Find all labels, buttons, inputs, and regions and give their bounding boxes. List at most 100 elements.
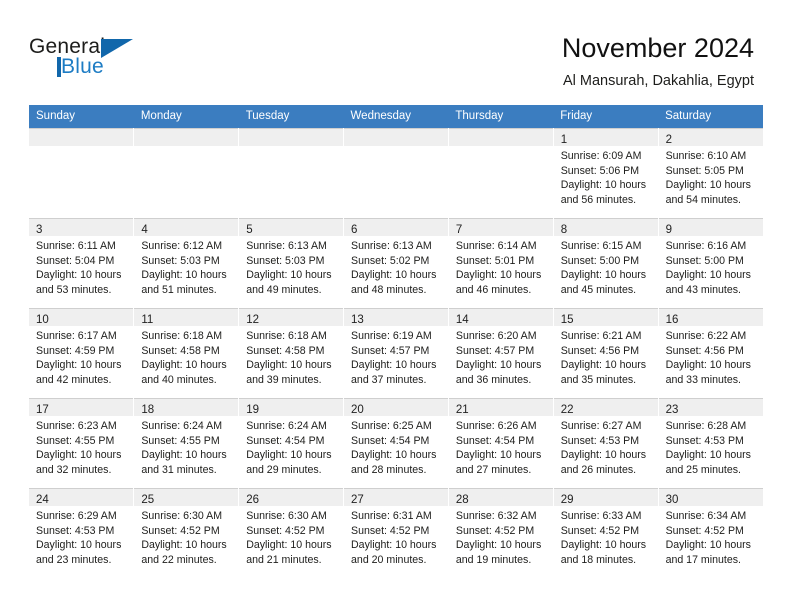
day-details: Sunrise: 6:09 AM Sunset: 5:06 PM Daylight:…: [554, 146, 658, 207]
day-number: 3: [36, 224, 43, 236]
daylight-duration-line1: Daylight: 10 hours: [36, 359, 122, 372]
daylight-duration-line1: Daylight: 10 hours: [36, 269, 122, 282]
daylight-duration-line1: Daylight: 10 hours: [665, 539, 751, 552]
day-number: 15: [560, 314, 574, 326]
day-number: 10: [36, 314, 49, 326]
calendar-day-cell[interactable]: 15 Sunrise: 6:21 AM Sunset: 4:56 PM Dayligh…: [553, 308, 659, 399]
day-details: Sunrise: 6:25 AM Sunset: 4:54 PM Daylight:…: [344, 416, 448, 477]
day-number: 13: [351, 314, 364, 326]
weekday-header-monday: Monday: [133, 105, 239, 129]
calendar-day-cell[interactable]: 4 Sunrise: 6:12 AM Sunset: 5:03 PM Daylight…: [133, 218, 240, 309]
day-number: 26: [246, 494, 259, 506]
calendar-day-cell[interactable]: 8 Sunrise: 6:15 AM Sunset: 5:00 PM Daylight…: [553, 218, 659, 309]
sunset-time: Sunset: 4:52 PM: [351, 524, 430, 537]
calendar-day-cell[interactable]: 1 Sunrise: 6:09 AM Sunset: 5:06 PM Daylight…: [553, 128, 659, 219]
logo-text-blue: Blue: [61, 55, 104, 78]
sunrise-time: Sunrise: 6:23 AM: [36, 420, 117, 432]
day-number-strip: 15: [553, 309, 658, 326]
calendar-day-cell[interactable]: 5 Sunrise: 6:13 AM Sunset: 5:03 PM Daylight…: [238, 218, 345, 309]
daylight-duration-line1: Daylight: 10 hours: [455, 539, 542, 552]
calendar-day-cell[interactable]: 14 Sunrise: 6:20 AM Sunset: 4:57 PM Dayligh…: [448, 308, 554, 399]
sunset-time: Sunset: 4:52 PM: [246, 524, 325, 537]
calendar-day-cell[interactable]: 23 Sunrise: 6:28 AM Sunset: 4:53 PM Dayligh…: [658, 398, 763, 489]
calendar-day-cell[interactable]: 13 Sunrise: 6:19 AM Sunset: 4:57 PM Dayligh…: [343, 308, 449, 399]
sunrise-time: Sunrise: 6:18 AM: [141, 330, 223, 342]
daylight-duration-line2: and 33 minutes.: [665, 373, 741, 386]
calendar-day-cell[interactable]: 16 Sunrise: 6:22 AM Sunset: 4:56 PM Dayligh…: [658, 308, 763, 399]
day-number: 7: [455, 224, 463, 236]
sunset-time: Sunset: 4:59 PM: [36, 344, 115, 357]
calendar-day-cell-empty: [448, 128, 554, 219]
sunset-time: Sunset: 4:52 PM: [455, 524, 535, 537]
day-details: Sunrise: 6:20 AM Sunset: 4:57 PM Daylight:…: [449, 326, 553, 387]
calendar-day-cell-empty: [29, 128, 135, 219]
calendar-day-cell[interactable]: 28 Sunrise: 6:32 AM Sunset: 4:52 PM Dayligh…: [448, 488, 554, 578]
calendar-day-cell[interactable]: 25 Sunrise: 6:30 AM Sunset: 4:52 PM Dayligh…: [133, 488, 240, 578]
calendar-day-cell[interactable]: 9 Sunrise: 6:16 AM Sunset: 5:00 PM Daylight…: [658, 218, 763, 309]
daylight-duration-line2: and 40 minutes.: [141, 373, 217, 386]
calendar-day-cell[interactable]: 22 Sunrise: 6:27 AM Sunset: 4:53 PM Dayligh…: [553, 398, 659, 489]
calendar-day-cell[interactable]: 19 Sunrise: 6:24 AM Sunset: 4:54 PM Dayligh…: [238, 398, 345, 489]
sunset-time: Sunset: 5:00 PM: [665, 254, 744, 267]
day-number-strip: 11: [134, 309, 239, 326]
calendar-day-cell[interactable]: 27 Sunrise: 6:31 AM Sunset: 4:52 PM Dayligh…: [343, 488, 449, 578]
calendar-day-cell[interactable]: 24 Sunrise: 6:29 AM Sunset: 4:53 PM Dayligh…: [29, 488, 135, 578]
calendar-day-cell[interactable]: 11 Sunrise: 6:18 AM Sunset: 4:58 PM Dayligh…: [133, 308, 240, 399]
daylight-duration-line2: and 18 minutes.: [560, 553, 637, 566]
day-number-strip: 7: [448, 219, 553, 236]
calendar-day-cell[interactable]: 21 Sunrise: 6:26 AM Sunset: 4:54 PM Dayligh…: [448, 398, 554, 489]
sunset-time: Sunset: 4:57 PM: [455, 344, 535, 357]
general-blue-logo[interactable]: General Blue: [29, 36, 179, 86]
calendar-week-row: 17 Sunrise: 6:23 AM Sunset: 4:55 PM Dayligh…: [29, 398, 763, 489]
daylight-duration-line2: and 31 minutes.: [141, 463, 217, 476]
calendar-day-cell[interactable]: 3 Sunrise: 6:11 AM Sunset: 5:04 PM Daylight…: [29, 218, 135, 309]
day-number-strip: [344, 129, 448, 146]
calendar-day-cell-empty: [133, 128, 240, 219]
day-details: Sunrise: 6:12 AM Sunset: 5:03 PM Daylight:…: [134, 236, 238, 297]
sunrise-time: Sunrise: 6:30 AM: [246, 510, 327, 522]
daylight-duration-line2: and 29 minutes.: [246, 463, 322, 476]
calendar-day-cell[interactable]: 10 Sunrise: 6:17 AM Sunset: 4:59 PM Dayligh…: [29, 308, 135, 399]
calendar-week-row: 3 Sunrise: 6:11 AM Sunset: 5:04 PM Daylight…: [29, 218, 763, 309]
daylight-duration-line2: and 17 minutes.: [665, 553, 741, 566]
day-number-strip: 8: [553, 219, 658, 236]
day-number-strip: 9: [658, 219, 763, 236]
daylight-duration-line1: Daylight: 10 hours: [351, 539, 437, 552]
day-details: Sunrise: 6:15 AM Sunset: 5:00 PM Daylight:…: [554, 236, 658, 297]
daylight-duration-line1: Daylight: 10 hours: [560, 179, 647, 192]
day-number-strip: 12: [239, 309, 344, 326]
day-details: [239, 146, 343, 149]
calendar-day-cell[interactable]: 6 Sunrise: 6:13 AM Sunset: 5:02 PM Daylight…: [343, 218, 449, 309]
calendar-day-cell[interactable]: 17 Sunrise: 6:23 AM Sunset: 4:55 PM Dayligh…: [29, 398, 135, 489]
sunset-time: Sunset: 4:58 PM: [246, 344, 325, 357]
day-details: Sunrise: 6:32 AM Sunset: 4:52 PM Daylight:…: [449, 506, 553, 567]
sunrise-time: Sunrise: 6:18 AM: [246, 330, 327, 342]
calendar-day-cell[interactable]: 2 Sunrise: 6:10 AM Sunset: 5:05 PM Daylight…: [658, 128, 763, 219]
sunset-time: Sunset: 4:52 PM: [560, 524, 640, 537]
sunrise-time: Sunrise: 6:09 AM: [560, 150, 642, 162]
day-number-strip: 3: [29, 219, 134, 236]
calendar-day-cell[interactable]: 20 Sunrise: 6:25 AM Sunset: 4:54 PM Dayligh…: [343, 398, 449, 489]
sunrise-time: Sunrise: 6:33 AM: [560, 510, 642, 522]
calendar-day-cell[interactable]: 12 Sunrise: 6:18 AM Sunset: 4:58 PM Dayligh…: [238, 308, 345, 399]
triangle-logo-icon: [101, 39, 133, 58]
daylight-duration-line1: Daylight: 10 hours: [665, 269, 751, 282]
sunrise-time: Sunrise: 6:15 AM: [560, 240, 642, 252]
calendar-day-cell[interactable]: 30 Sunrise: 6:34 AM Sunset: 4:52 PM Dayligh…: [658, 488, 763, 578]
daylight-duration-line1: Daylight: 10 hours: [455, 359, 542, 372]
calendar-day-cell[interactable]: 7 Sunrise: 6:14 AM Sunset: 5:01 PM Daylight…: [448, 218, 554, 309]
calendar-day-cell[interactable]: 18 Sunrise: 6:24 AM Sunset: 4:55 PM Dayligh…: [133, 398, 240, 489]
calendar-day-cell[interactable]: 29 Sunrise: 6:33 AM Sunset: 4:52 PM Dayligh…: [553, 488, 659, 578]
calendar-day-cell[interactable]: 26 Sunrise: 6:30 AM Sunset: 4:52 PM Dayligh…: [238, 488, 345, 578]
day-details: Sunrise: 6:31 AM Sunset: 4:52 PM Daylight:…: [344, 506, 448, 567]
sunset-time: Sunset: 5:01 PM: [455, 254, 535, 267]
daylight-duration-line1: Daylight: 10 hours: [246, 269, 332, 282]
day-number-strip: 19: [239, 399, 344, 416]
daylight-duration-line1: Daylight: 10 hours: [560, 539, 647, 552]
day-number-strip: 14: [448, 309, 553, 326]
sunset-time: Sunset: 5:03 PM: [246, 254, 325, 267]
sunrise-time: Sunrise: 6:34 AM: [665, 510, 747, 522]
sunrise-time: Sunrise: 6:30 AM: [141, 510, 223, 522]
sunset-time: Sunset: 4:55 PM: [36, 434, 115, 447]
day-number: 11: [141, 314, 154, 326]
